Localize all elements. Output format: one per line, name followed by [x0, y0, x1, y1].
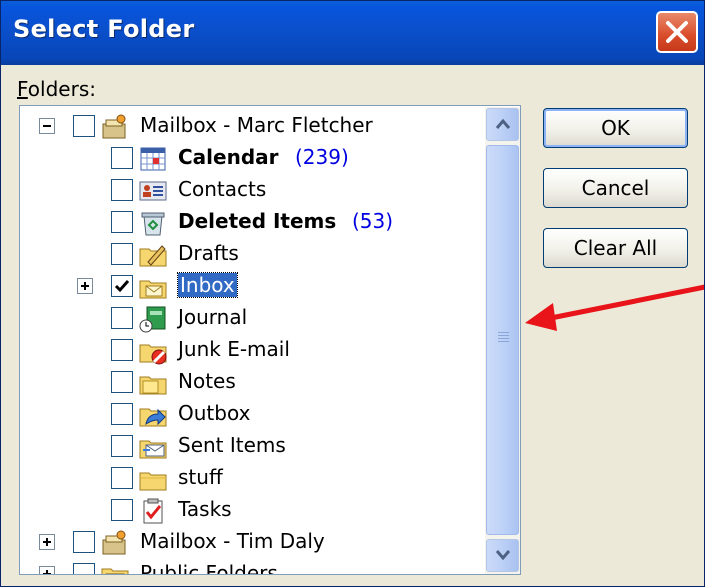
- calendar-icon: [138, 144, 168, 174]
- folder-name: Public Folders: [140, 561, 278, 575]
- folder-icon: [138, 464, 168, 494]
- folder-checkbox[interactable]: [111, 179, 133, 201]
- scroll-up-button[interactable]: [486, 108, 519, 141]
- tree-row[interactable]: Sent Items: [20, 431, 480, 461]
- contacts-icon: [138, 176, 168, 206]
- folder-checkbox[interactable]: [111, 243, 133, 265]
- folder-name: Journal: [178, 305, 248, 329]
- folder-name: Notes: [178, 369, 236, 393]
- folder-checkbox[interactable]: [111, 403, 133, 425]
- tree-row[interactable]: Contacts: [20, 175, 480, 205]
- folder-checkbox[interactable]: [111, 147, 133, 169]
- folder-checkbox[interactable]: [73, 563, 95, 574]
- checkmark-icon: [114, 280, 130, 293]
- cancel-button[interactable]: Cancel: [543, 168, 688, 208]
- folder-checkbox[interactable]: [111, 307, 133, 329]
- folders-label-text: olders:: [27, 77, 96, 101]
- tree-row[interactable]: Tasks: [20, 495, 480, 525]
- outbox-icon: [138, 400, 168, 430]
- ok-button[interactable]: OK: [543, 108, 688, 148]
- folders-label: Folders:: [17, 77, 96, 101]
- public-folders-icon: [100, 560, 130, 574]
- close-icon: [666, 21, 688, 43]
- sent-items-icon: [138, 432, 168, 462]
- expand-icon[interactable]: [39, 534, 55, 550]
- tree-row[interactable]: Outbox: [20, 399, 480, 429]
- folder-name: Tasks: [178, 497, 232, 521]
- folder-checkbox[interactable]: [111, 435, 133, 457]
- folders-label-accelerator: F: [17, 77, 28, 101]
- chevron-up-icon: [495, 118, 511, 129]
- folder-name: stuff: [178, 465, 223, 489]
- folder-name: Sent Items: [178, 433, 286, 457]
- dialog-title: Select Folder: [13, 15, 195, 43]
- tree-row[interactable]: Public Folders: [20, 559, 480, 575]
- title-bar[interactable]: Select Folder: [1, 1, 704, 65]
- folder-name: Inbox: [177, 272, 238, 298]
- annotation-arrow-icon: [525, 284, 704, 331]
- notes-icon: [138, 368, 168, 398]
- unread-count: (239): [295, 145, 349, 169]
- tasks-icon: [138, 496, 168, 526]
- close-button[interactable]: [656, 11, 698, 53]
- grip-line: [498, 338, 509, 339]
- folder-name: Mailbox - Marc Fletcher: [140, 113, 373, 137]
- journal-icon: [138, 304, 168, 334]
- tree-row[interactable]: Drafts: [20, 239, 480, 269]
- folder-checkbox[interactable]: [73, 531, 95, 553]
- folder-checkbox[interactable]: [111, 211, 133, 233]
- folder-name: Contacts: [178, 177, 267, 201]
- expand-icon[interactable]: [77, 278, 93, 294]
- folder-name: Drafts: [178, 241, 239, 265]
- folder-checkbox[interactable]: [111, 339, 133, 361]
- grip-line: [498, 341, 509, 342]
- mailbox-icon: [100, 528, 130, 558]
- tree-row[interactable]: Mailbox - Marc Fletcher: [20, 111, 480, 141]
- drafts-icon: [138, 240, 168, 270]
- folder-name: Mailbox - Tim Daly: [140, 529, 325, 553]
- vertical-scrollbar[interactable]: [485, 107, 520, 574]
- expand-icon[interactable]: [39, 566, 55, 574]
- unread-count: (53): [352, 209, 394, 233]
- folder-checkbox[interactable]: [111, 371, 133, 393]
- tree-row[interactable]: Notes: [20, 367, 480, 397]
- tree-row[interactable]: Deleted Items (53): [20, 207, 480, 237]
- tree-row[interactable]: Junk E-mail: [20, 335, 480, 365]
- tree-row[interactable]: Mailbox - Tim Daly: [20, 527, 480, 557]
- trash-icon: [138, 208, 168, 238]
- grip-line: [498, 335, 509, 336]
- tree-row[interactable]: Calendar (239): [20, 143, 480, 173]
- tree-row[interactable]: Journal: [20, 303, 480, 333]
- folder-checkbox[interactable]: [111, 467, 133, 489]
- mailbox-icon: [100, 112, 130, 142]
- folder-checkbox[interactable]: [111, 275, 133, 297]
- grip-line: [498, 332, 509, 333]
- select-folder-dialog: Select Folder Folders: Public Folders Mai…: [0, 0, 705, 587]
- inbox-icon: [138, 272, 168, 302]
- folder-name: Calendar: [178, 145, 279, 169]
- folder-checkbox[interactable]: [111, 499, 133, 521]
- clear-all-button[interactable]: Clear All: [543, 228, 688, 268]
- chevron-down-icon: [495, 550, 511, 561]
- tree-row[interactable]: Inbox: [20, 271, 480, 301]
- folder-tree[interactable]: Public Folders Mailbox - Tim Daly Tasks stu…: [19, 105, 521, 575]
- scroll-down-button[interactable]: [486, 539, 519, 572]
- junk-folder-icon: [138, 336, 168, 366]
- collapse-icon[interactable]: [39, 118, 55, 134]
- folder-name: Outbox: [178, 401, 251, 425]
- scroll-thumb[interactable]: [486, 145, 519, 535]
- tree-row[interactable]: stuff: [20, 463, 480, 493]
- folder-name: Deleted Items: [178, 209, 337, 233]
- folder-checkbox[interactable]: [73, 115, 95, 137]
- folder-name: Junk E-mail: [178, 337, 290, 361]
